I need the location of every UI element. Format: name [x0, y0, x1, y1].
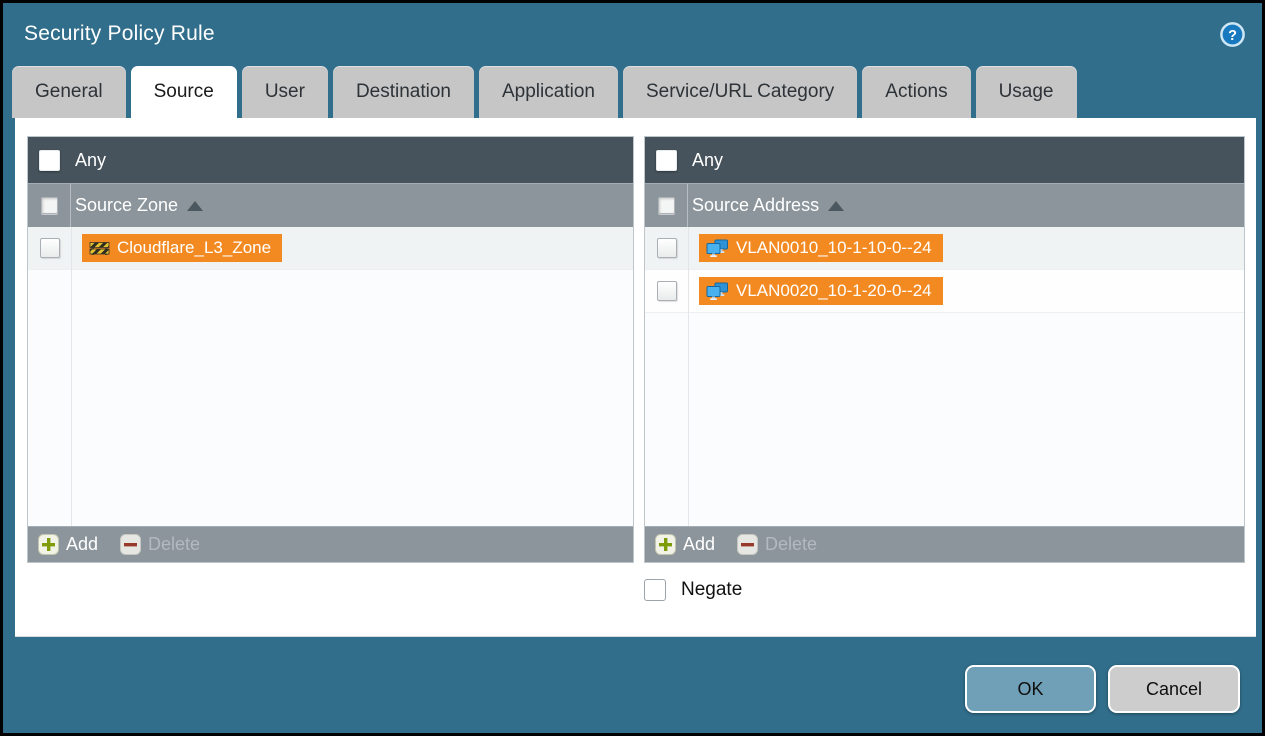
- source-address-select-all-checkbox[interactable]: [657, 197, 675, 214]
- source-address-any-header: Any: [645, 137, 1244, 183]
- zone-object-pill[interactable]: Cloudflare_L3_Zone: [82, 234, 283, 262]
- zone-icon: [89, 242, 110, 255]
- add-button-label: Add: [66, 534, 99, 554]
- source-address-header-checkbox-cell: [645, 184, 688, 227]
- row-checkbox[interactable]: [656, 281, 677, 301]
- address-object-pill[interactable]: VLAN0010_10-1-10-0--24: [699, 234, 943, 262]
- source-zone-header-checkbox-cell: [28, 184, 71, 227]
- security-policy-rule-dialog: Security Policy Rule ? General Source Us…: [0, 0, 1265, 736]
- source-address-add-button[interactable]: Add: [655, 534, 715, 555]
- add-icon: [655, 534, 676, 555]
- table-row[interactable]: Cloudflare_L3_Zone: [28, 227, 633, 270]
- negate-label: Negate: [681, 579, 743, 600]
- dialog-titlebar: Security Policy Rule ?: [3, 3, 1262, 65]
- dialog-tabs: General Source User Destination Applicat…: [12, 66, 1077, 118]
- tab-service-url-category[interactable]: Service/URL Category: [622, 66, 858, 118]
- tab-destination[interactable]: Destination: [332, 66, 474, 118]
- help-icon[interactable]: ?: [1219, 21, 1246, 48]
- add-icon: [38, 534, 59, 555]
- source-address-column-label: Source Address: [692, 195, 820, 215]
- address-object-label: VLAN0010_10-1-10-0--24: [736, 238, 932, 257]
- row-checkbox[interactable]: [39, 238, 60, 258]
- sort-ascending-icon: [828, 200, 845, 211]
- add-button-label: Add: [683, 534, 716, 554]
- checkbox-column-divider: [71, 227, 72, 526]
- dialog-title: Security Policy Rule: [24, 22, 215, 45]
- row-checkbox[interactable]: [656, 238, 677, 258]
- checkbox-column-divider: [688, 227, 689, 526]
- svg-text:?: ?: [1228, 27, 1237, 43]
- tab-general[interactable]: General: [12, 66, 126, 118]
- source-address-toolbar: Add Delete: [645, 526, 1244, 562]
- tab-application[interactable]: Application: [479, 66, 618, 118]
- tab-actions[interactable]: Actions: [862, 66, 971, 118]
- row-checkbox-cell: [645, 227, 688, 269]
- tab-content-source: Any Source Zone Cloudflare_L3_Zone Add D…: [15, 118, 1256, 637]
- address-icon: [706, 239, 728, 257]
- source-zone-any-header: Any: [28, 137, 633, 183]
- source-address-delete-button[interactable]: Delete: [737, 534, 817, 555]
- source-zone-any-checkbox[interactable]: [39, 149, 60, 171]
- source-address-any-checkbox[interactable]: [656, 149, 677, 171]
- source-zone-column-header[interactable]: Source Zone: [28, 183, 633, 227]
- ok-button[interactable]: OK: [965, 665, 1096, 713]
- source-address-any-label: Any: [692, 149, 724, 170]
- tab-usage[interactable]: Usage: [975, 66, 1077, 118]
- row-checkbox-cell: [645, 270, 688, 312]
- source-zone-select-all-checkbox[interactable]: [40, 197, 58, 214]
- source-zone-add-button[interactable]: Add: [38, 534, 98, 555]
- tab-user[interactable]: User: [241, 66, 328, 118]
- cancel-button[interactable]: Cancel: [1108, 665, 1240, 713]
- table-row[interactable]: VLAN0010_10-1-10-0--24: [645, 227, 1244, 270]
- tab-source[interactable]: Source: [130, 66, 237, 118]
- delete-icon: [737, 534, 759, 555]
- source-zone-table-body: Cloudflare_L3_Zone: [28, 227, 633, 526]
- zone-object-label: Cloudflare_L3_Zone: [117, 238, 272, 257]
- negate-checkbox[interactable]: [644, 579, 666, 601]
- source-zone-toolbar: Add Delete: [28, 526, 633, 562]
- delete-icon: [120, 534, 142, 555]
- address-object-label: VLAN0020_10-1-20-0--24: [736, 281, 932, 300]
- source-address-table-body: VLAN0010_10-1-10-0--24 VLAN0020_10-1-20-…: [645, 227, 1244, 526]
- source-zone-delete-button[interactable]: Delete: [120, 534, 200, 555]
- row-checkbox-cell: [28, 227, 71, 269]
- address-icon: [706, 282, 728, 300]
- source-address-column-header[interactable]: Source Address: [645, 183, 1244, 227]
- source-address-panel: Any Source Address VLAN0010_10-1-10-0--2…: [644, 136, 1245, 563]
- source-zone-any-label: Any: [75, 149, 107, 170]
- delete-button-label: Delete: [765, 534, 818, 554]
- address-object-pill[interactable]: VLAN0020_10-1-20-0--24: [699, 277, 943, 305]
- sort-ascending-icon: [187, 200, 204, 211]
- negate-row: Negate: [644, 579, 742, 601]
- delete-button-label: Delete: [148, 534, 201, 554]
- source-zone-column-label: Source Zone: [75, 195, 179, 215]
- table-row[interactable]: VLAN0020_10-1-20-0--24: [645, 270, 1244, 313]
- source-zone-panel: Any Source Zone Cloudflare_L3_Zone Add D…: [27, 136, 634, 563]
